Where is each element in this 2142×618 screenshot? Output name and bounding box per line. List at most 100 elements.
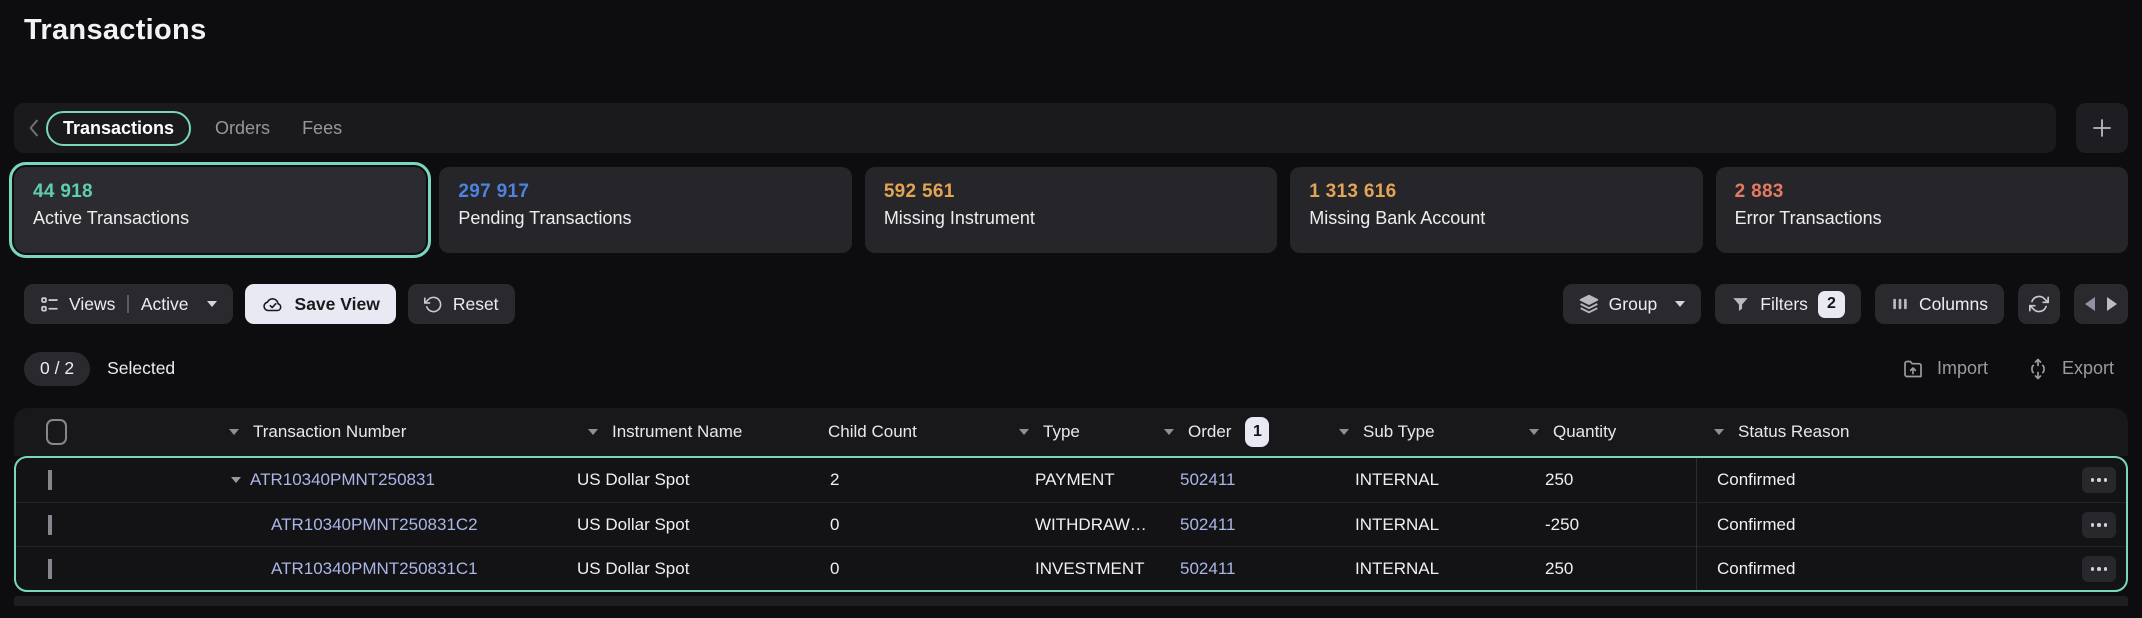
chevron-down-icon [1675,301,1685,307]
save-view-label: Save View [295,294,380,315]
transaction-number-link[interactable]: ATR10340PMNT250831C1 [271,559,478,579]
stat-cards: 44 918 Active Transactions 297 917 Pendi… [14,167,2128,253]
status-reason-cell: Confirmed [1696,503,2076,547]
stat-card-missing-bank-account[interactable]: 1 313 616 Missing Bank Account [1290,167,1702,253]
table-row[interactable]: ATR10340PMNT250831C1 US Dollar Spot 0 IN… [16,546,2126,590]
selection-label: Selected [107,358,175,379]
child-count-cell: 0 [816,515,1021,535]
tab-bar: Transactions Orders Fees [14,103,2128,153]
stat-label: Active Transactions [33,208,407,229]
plus-icon [2090,116,2114,140]
stat-value: 297 917 [458,181,832,203]
expand-row-caret-icon[interactable] [231,477,241,483]
stat-value: 592 561 [884,181,1258,203]
transaction-number-link[interactable]: ATR10340PMNT250831C2 [271,515,478,535]
import-label: Import [1937,358,1988,379]
order-link[interactable]: 502411 [1180,470,1235,489]
filters-button[interactable]: Filters 2 [1715,284,1861,324]
row-menu-button[interactable] [2082,512,2116,538]
export-button[interactable]: Export [2026,357,2114,381]
table-toolbar: Views Active Save View Reset Group Filte… [24,284,2128,324]
column-header-transaction-number[interactable]: Transaction Number [174,422,574,442]
chevron-left-icon[interactable] [28,119,40,137]
next-table-row-partial [14,596,2128,606]
stat-value: 44 918 [33,181,407,203]
stat-card-pending-transactions[interactable]: 297 917 Pending Transactions [439,167,851,253]
columns-label: Columns [1919,294,1988,315]
toolbar-right-group: Group Filters 2 Columns [1563,284,2128,324]
refresh-button[interactable] [2018,284,2060,324]
stat-label: Error Transactions [1735,208,2109,229]
order-link[interactable]: 502411 [1180,559,1235,578]
selection-count-pill: 0 / 2 [24,352,90,386]
column-header-quantity[interactable]: Quantity [1529,422,1694,442]
selection-row: 0 / 2 Selected Import Export [24,351,2114,386]
table-row[interactable]: ATR10340PMNT250831 US Dollar Spot 2 PAYM… [16,458,2126,502]
page-title: Transactions [24,14,2142,46]
export-label: Export [2062,358,2114,379]
quantity-cell: 250 [1531,559,1696,579]
column-menu-caret-icon[interactable] [1714,429,1724,435]
type-cell: PAYMENT [1021,470,1166,490]
column-header-order[interactable]: Order 1 [1164,417,1339,447]
column-menu-caret-icon[interactable] [1019,429,1029,435]
status-reason-cell: Confirmed [1696,547,2076,591]
column-header-instrument-name[interactable]: Instrument Name [574,422,814,442]
row-menu-button[interactable] [2082,556,2116,582]
order-link[interactable]: 502411 [1180,515,1235,534]
pager-button[interactable] [2074,284,2128,324]
column-menu-caret-icon[interactable] [229,429,239,435]
views-selector-button[interactable]: Views Active [24,284,233,324]
list-icon [40,295,59,314]
divider [127,295,129,313]
tab-fees[interactable]: Fees [286,112,358,145]
stat-label: Missing Instrument [884,208,1258,229]
column-menu-caret-icon[interactable] [1339,429,1349,435]
chevron-page-left-icon[interactable] [2085,297,2095,311]
column-label: Instrument Name [612,422,742,442]
column-label: Child Count [828,422,917,442]
stat-card-missing-instrument[interactable]: 592 561 Missing Instrument [865,167,1277,253]
stat-card-error-transactions[interactable]: 2 883 Error Transactions [1716,167,2128,253]
tab-transactions[interactable]: Transactions [46,111,191,146]
column-header-sub-type[interactable]: Sub Type [1339,422,1529,442]
table-row[interactable]: ATR10340PMNT250831C2 US Dollar Spot 0 WI… [16,502,2126,546]
type-cell: INVESTMENT [1021,559,1166,579]
sub-type-cell: INTERNAL [1341,559,1531,579]
stat-label: Pending Transactions [458,208,832,229]
save-view-button[interactable]: Save View [245,284,396,324]
column-menu-caret-icon[interactable] [1529,429,1539,435]
import-export-group: Import Export [1901,357,2114,381]
stat-card-active-transactions[interactable]: 44 918 Active Transactions [14,167,426,253]
tab-orders[interactable]: Orders [199,112,286,145]
instrument-name-cell: US Dollar Spot [576,559,816,579]
column-label: Sub Type [1363,422,1435,442]
column-menu-caret-icon[interactable] [588,429,598,435]
select-all-checkbox[interactable] [46,419,67,445]
columns-icon [1891,295,1909,313]
reset-button[interactable]: Reset [408,284,515,324]
add-tab-button[interactable] [2076,103,2128,153]
row-checkbox[interactable] [48,470,52,490]
column-menu-caret-icon[interactable] [1164,429,1174,435]
child-count-cell: 2 [816,470,1021,490]
column-header-child-count[interactable]: Child Count [814,422,1019,442]
row-menu-button[interactable] [2082,467,2116,493]
layers-icon [1579,294,1599,314]
stat-value: 2 883 [1735,181,2109,203]
column-label: Order [1188,422,1231,442]
filter-funnel-icon [1731,295,1750,314]
columns-button[interactable]: Columns [1875,284,2004,324]
column-header-type[interactable]: Type [1019,422,1164,442]
chevron-down-icon [207,301,217,307]
column-header-status-reason[interactable]: Status Reason [1694,422,2074,442]
child-count-cell: 0 [816,559,1021,579]
row-checkbox[interactable] [48,559,52,579]
import-button[interactable]: Import [1901,357,1988,381]
chevron-page-right-icon[interactable] [2107,297,2117,311]
tab-strip: Transactions Orders Fees [14,103,2056,153]
transaction-number-link[interactable]: ATR10340PMNT250831 [250,470,435,490]
group-button[interactable]: Group [1563,284,1702,324]
row-checkbox[interactable] [48,515,52,535]
quantity-cell: -250 [1531,515,1696,535]
